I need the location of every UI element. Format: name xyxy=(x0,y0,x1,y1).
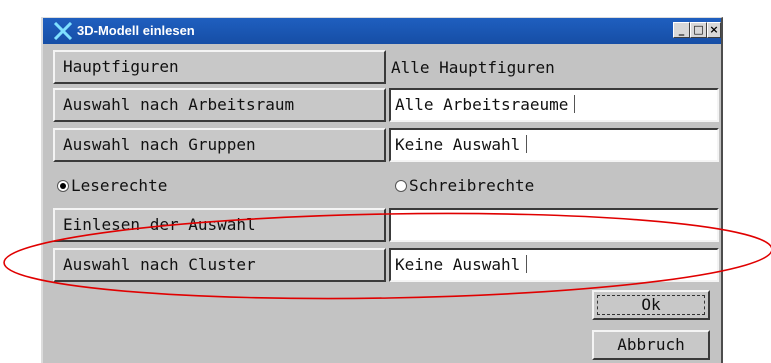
arbeitsraum-field[interactable]: Alle Arbeitsraeume xyxy=(389,88,719,122)
hauptfiguren-value: Alle Hauptfiguren xyxy=(391,58,555,77)
close-icon: × xyxy=(709,23,719,36)
leserechte-label: Leserechte xyxy=(71,176,168,195)
cluster-field[interactable]: Keine Auswahl xyxy=(389,248,719,282)
arbeitsraum-value: Alle Arbeitsraeume xyxy=(395,95,569,114)
app-x-icon xyxy=(53,22,73,40)
title-bar[interactable]: 3D-Modell einlesen _ □ × xyxy=(43,18,721,44)
maximize-button[interactable]: □ xyxy=(690,22,707,38)
arbeitsraum-button[interactable]: Auswahl nach Arbeitsraum xyxy=(53,88,386,122)
radio-unchecked-icon xyxy=(395,180,407,192)
text-cursor xyxy=(526,135,528,153)
gruppen-value: Keine Auswahl xyxy=(395,135,521,154)
einlesen-button[interactable]: Einlesen der Auswahl xyxy=(53,208,386,242)
window-title: 3D-Modell einlesen xyxy=(77,23,195,38)
close-button[interactable]: × xyxy=(707,22,721,38)
radio-checked-icon xyxy=(57,180,69,192)
text-cursor xyxy=(574,95,576,113)
schreibrechte-label: Schreibrechte xyxy=(409,176,535,195)
schreibrechte-radio[interactable]: Schreibrechte xyxy=(395,176,534,195)
text-cursor xyxy=(526,255,528,273)
einlesen-field[interactable] xyxy=(389,208,719,242)
dialog-window: 3D-Modell einlesen _ □ × Hauptfiguren Al… xyxy=(41,17,723,363)
cluster-value: Keine Auswahl xyxy=(395,255,521,274)
ok-button[interactable]: Ok xyxy=(592,290,710,320)
hauptfiguren-button[interactable]: Hauptfiguren xyxy=(53,50,386,84)
gruppen-field[interactable]: Keine Auswahl xyxy=(389,128,719,162)
minimize-icon: _ xyxy=(678,23,685,36)
cancel-button[interactable]: Abbruch xyxy=(592,330,710,360)
focus-ring xyxy=(597,295,705,315)
leserechte-radio[interactable]: Leserechte xyxy=(57,176,167,195)
gruppen-button[interactable]: Auswahl nach Gruppen xyxy=(53,128,386,162)
maximize-icon: □ xyxy=(693,23,704,36)
cluster-button[interactable]: Auswahl nach Cluster xyxy=(53,248,386,282)
minimize-button[interactable]: _ xyxy=(673,22,690,38)
